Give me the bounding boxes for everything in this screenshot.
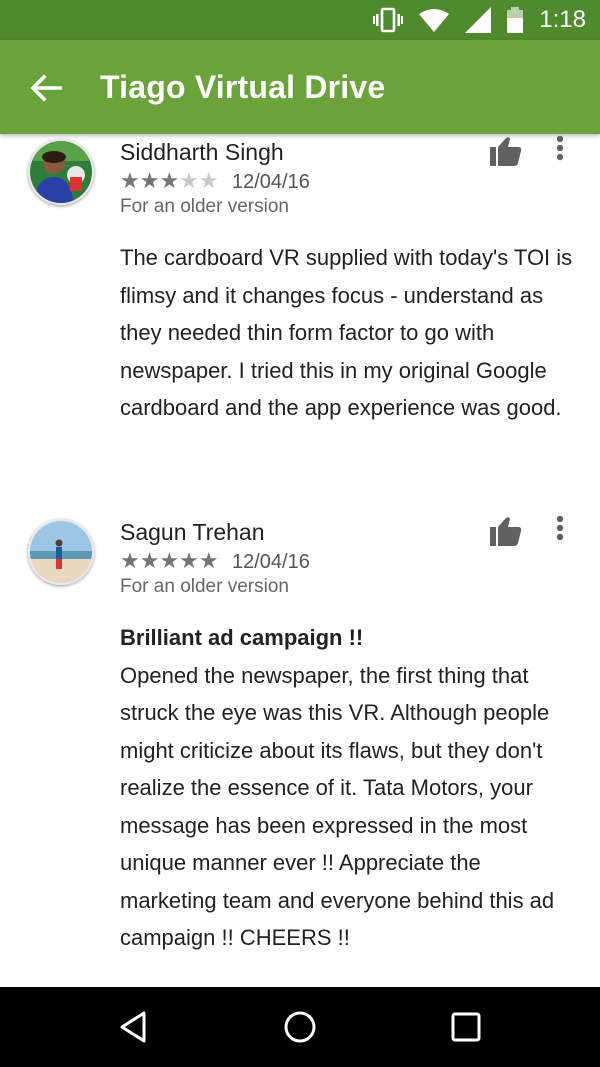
status-bar: 1:18 [0,0,600,40]
review-date: 12/04/16 [232,551,310,573]
vibrate-icon [373,7,404,33]
navigation-bar [0,987,600,1067]
page-title: Tiago Virtual Drive [100,69,386,105]
avatar[interactable] [28,139,94,205]
signal-icon [465,7,492,33]
more-options-icon[interactable] [548,134,572,164]
stars-filled: ★★★ [120,168,180,193]
review-title: Brilliant ad campaign !! [120,625,364,650]
wifi-icon [419,9,450,32]
review-text: Opened the newspaper, the first thing th… [120,662,555,951]
review-item: Siddharth Singh ★★★★★ 12/04/16 For an ol… [0,134,600,494]
review-date: 12/04/16 [232,171,310,193]
stars-filled: ★★★★★ [120,548,219,573]
back-triangle-icon[interactable] [116,1009,152,1045]
more-options-icon[interactable] [548,514,572,544]
rating-stars: ★★★★★ [120,548,219,574]
thumbs-up-icon[interactable] [490,136,522,166]
status-icons: 1:18 [373,0,586,40]
rating-stars: ★★★★★ [120,168,219,194]
app-bar: Tiago Virtual Drive [0,40,600,134]
back-arrow-icon[interactable] [28,70,64,106]
review-author: Siddharth Singh [120,139,284,165]
review-text: The cardboard VR supplied with today's T… [120,245,573,420]
stars-empty: ★★ [179,168,219,193]
avatar[interactable] [28,519,94,585]
review-item: Sagun Trehan ★★★★★ 12/04/16 For an older… [0,514,600,984]
review-author: Sagun Trehan [120,519,265,545]
battery-icon [507,7,524,33]
home-circle-icon[interactable] [282,1009,318,1045]
version-note: For an older version [120,576,289,597]
review-body: Brilliant ad campaign !! Opened the news… [120,619,580,957]
thumbs-up-icon[interactable] [490,516,522,546]
version-note: For an older version [120,196,289,217]
status-time: 1:18 [539,6,586,33]
recents-square-icon[interactable] [448,1009,484,1045]
